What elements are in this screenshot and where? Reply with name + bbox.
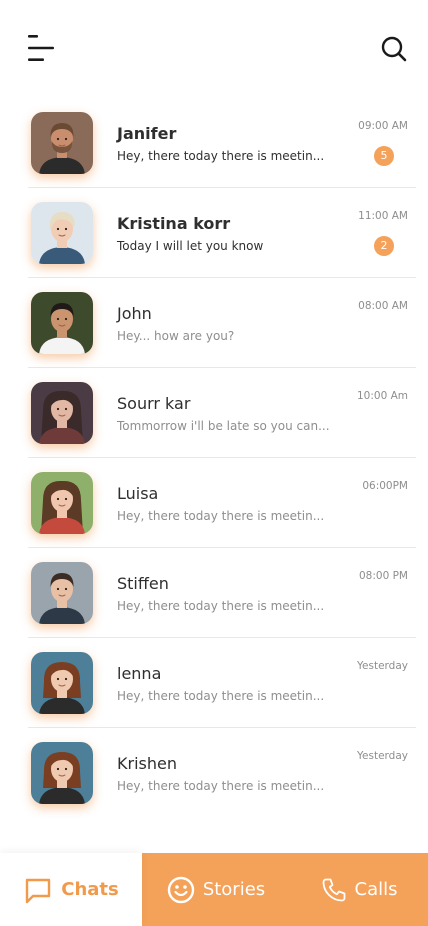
chat-row[interactable]: Stiffen Hey, there today there is meetin.… <box>28 548 416 638</box>
message-time: 10:00 Am <box>356 390 408 402</box>
phone-icon <box>322 878 345 901</box>
message-preview: Today I will let you know <box>117 239 264 253</box>
tab-chats[interactable]: Chats <box>0 853 142 926</box>
contact-name: Janifer <box>117 124 177 143</box>
message-preview: Hey, there today there is meetin... <box>117 599 325 613</box>
chat-row[interactable]: Krishen Hey, there today there is meetin.… <box>28 728 416 818</box>
chat-row[interactable]: John Hey... how are you? 08:00 AM <box>28 278 416 368</box>
message-time: Yesterday <box>357 660 408 672</box>
tab-stories[interactable]: Stories <box>142 853 290 926</box>
contact-name: Sourr kar <box>117 394 191 413</box>
unread-count-badge: 2 <box>374 236 394 256</box>
avatar <box>31 292 93 354</box>
avatar <box>31 202 93 264</box>
menu-icon[interactable] <box>26 34 56 62</box>
message-preview: Hey, there today there is meetin... <box>117 689 325 703</box>
chat-list: Janifer Hey, there today there is meetin.… <box>0 98 428 818</box>
chat-row[interactable]: Luisa Hey, there today there is meetin...… <box>28 458 416 548</box>
chat-bubble-icon <box>26 878 51 903</box>
message-preview: Hey, there today there is meetin... <box>117 509 325 523</box>
contact-name: Luisa <box>117 484 159 503</box>
tab-stories-label: Stories <box>202 879 266 900</box>
avatar <box>31 382 93 444</box>
chat-row[interactable]: Janifer Hey, there today there is meetin.… <box>28 98 416 188</box>
contact-name: Krishen <box>117 754 177 773</box>
message-preview: Hey, there today there is meetin... <box>117 779 325 793</box>
chat-row[interactable]: Sourr kar Tommorrow i'll be late so you c… <box>28 368 416 458</box>
unread-count-badge: 5 <box>374 146 394 166</box>
tab-calls[interactable]: Calls <box>290 853 428 926</box>
tab-chats-label: Chats <box>61 879 119 900</box>
message-preview: Tommorrow i'll be late so you can... <box>117 419 330 433</box>
message-preview: Hey... how are you? <box>117 329 235 343</box>
message-time: 08:00 PM <box>359 570 408 582</box>
tab-calls-label: Calls <box>354 879 398 900</box>
search-icon[interactable] <box>380 35 408 63</box>
message-time: 11:00 AM <box>358 210 408 222</box>
message-time: 08:00 AM <box>358 300 408 312</box>
avatar <box>31 112 93 174</box>
smiley-icon <box>167 876 195 903</box>
message-time: 06:00PM <box>362 480 408 492</box>
avatar <box>31 472 93 534</box>
bottom-nav: Chats Stories Calls <box>0 853 428 926</box>
contact-name: Stiffen <box>117 574 169 593</box>
chat-row[interactable]: Kristina korr Today I will let you know 11… <box>28 188 416 278</box>
avatar <box>31 652 93 714</box>
contact-name: lenna <box>117 664 162 683</box>
avatar <box>31 562 93 624</box>
message-time: 09:00 AM <box>358 120 408 132</box>
chat-row[interactable]: lenna Hey, there today there is meetin...… <box>28 638 416 728</box>
avatar <box>31 742 93 804</box>
message-preview: Hey, there today there is meetin... <box>117 149 325 163</box>
contact-name: John <box>117 304 152 323</box>
chat-screen: Janifer Hey, there today there is meetin.… <box>0 0 428 926</box>
message-time: Yesterday <box>357 750 408 762</box>
contact-name: Kristina korr <box>117 214 231 233</box>
